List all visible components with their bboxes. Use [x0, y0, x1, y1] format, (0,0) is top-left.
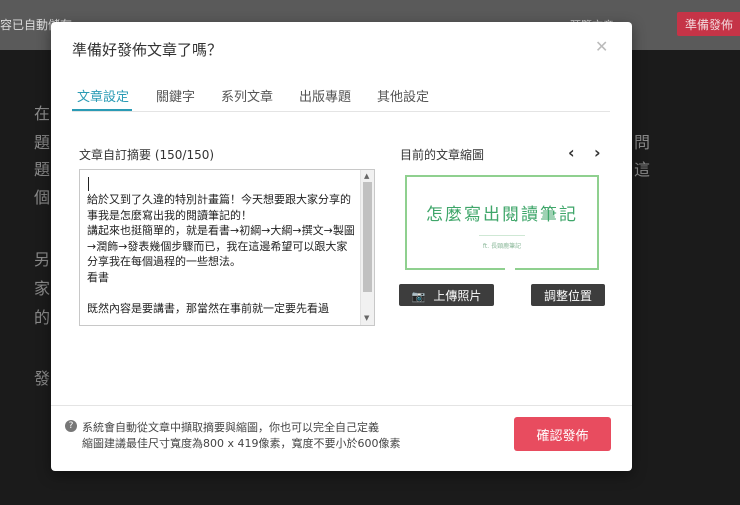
settings-tabs: 文章設定 關鍵字 系列文章 出版專題 其他設定 [72, 84, 610, 112]
scroll-down-arrow-icon[interactable]: ▼ [364, 314, 369, 322]
confirm-publish-button[interactable]: 確認發佈 [514, 417, 611, 451]
thumbnail-frame-notch [505, 263, 515, 271]
camera-icon: 📷 [411, 290, 426, 303]
thumbnail-title-text: 怎麼寫出閱讀筆記 [426, 205, 578, 225]
summary-text[interactable]: 給於又到了久違的特別計畫篇！今天想要跟大家分享的事我是怎麼寫出我的閱讀筆記的！ … [87, 192, 355, 316]
article-text-char: 個 [34, 188, 51, 207]
ready-publish-button[interactable]: 準備發佈 [677, 12, 740, 36]
article-text-char: 題 [34, 160, 51, 179]
article-text-char: 另 [34, 250, 51, 269]
publish-dialog: 準備好發佈文章了嗎？ ✕ 文章設定 關鍵字 系列文章 出版專題 其他設定 文章自… [51, 22, 632, 471]
adjust-position-button[interactable]: 調整位置 [531, 284, 605, 306]
scroll-thumb[interactable] [363, 182, 372, 292]
next-thumbnail-chevron-icon[interactable]: › [594, 143, 601, 162]
summary-scrollbar[interactable]: ▲ ▼ [360, 170, 374, 325]
article-text-char: 在 [34, 104, 51, 123]
article-text-char: 題 [34, 133, 51, 152]
upload-photo-button[interactable]: 📷 上傳照片 [399, 284, 494, 306]
close-icon[interactable]: ✕ [595, 37, 608, 56]
thumbnail-label: 目前的文章縮圖 [400, 148, 485, 162]
scroll-up-arrow-icon[interactable]: ▲ [364, 172, 369, 180]
active-tab-indicator [72, 109, 132, 111]
summary-textarea[interactable]: 給於又到了久違的特別計畫篇！今天想要跟大家分享的事我是怎麼寫出我的閱讀筆記的！ … [79, 169, 375, 326]
tab-publication-topic[interactable]: 出版專題 [299, 86, 351, 105]
thumbnail-subtitle-text: ft. 長頸鹿筆記 [482, 243, 522, 250]
text-caret [88, 177, 89, 191]
thumbnail-preview: 怎麼寫出閱讀筆記 ft. 長頸鹿筆記 [405, 175, 599, 271]
upload-photo-label: 上傳照片 [433, 288, 482, 303]
footer-hint-line2: 縮圖建議最佳尺寸寬度為800 x 419像素，寬度不要小於600像素 [82, 437, 401, 450]
tab-article-settings[interactable]: 文章設定 [77, 86, 129, 105]
thumbnail-divider [479, 235, 525, 236]
article-text-char: 家 [34, 279, 51, 298]
footer-hint-line1: 系統會自動從文章中擷取摘要與縮圖，你也可以完全自己定義 [82, 421, 379, 434]
tab-series[interactable]: 系列文章 [221, 86, 273, 105]
dialog-title: 準備好發佈文章了嗎？ [72, 41, 223, 59]
prev-thumbnail-chevron-icon[interactable]: ‹ [568, 143, 575, 162]
tab-other-settings[interactable]: 其他設定 [377, 86, 429, 105]
article-text-char: 這 [634, 160, 651, 179]
footer-divider [51, 405, 632, 406]
tab-keywords[interactable]: 關鍵字 [156, 86, 195, 105]
summary-label: 文章自訂摘要 (150/150) [79, 148, 215, 162]
article-text-char: 發 [34, 369, 51, 388]
article-text-char: 的 [34, 308, 51, 327]
article-text-char: 問 [634, 133, 651, 152]
question-icon: ? [65, 420, 77, 432]
